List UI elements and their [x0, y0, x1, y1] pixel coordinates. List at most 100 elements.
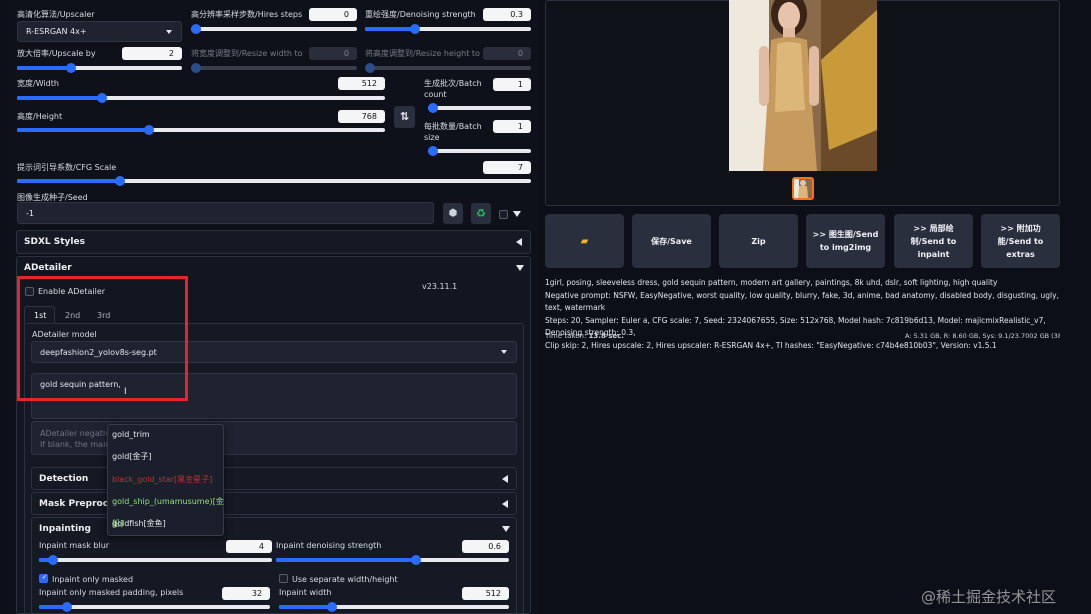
upscaler-dropdown[interactable]: R-ESRGAN 4x+ [17, 21, 182, 42]
upscale-by-input[interactable]: 2 [122, 47, 182, 60]
hires-steps-slider[interactable] [191, 24, 357, 34]
suggestion-item[interactable]: goldfish[金鱼] [107, 513, 224, 535]
highlight-box [17, 276, 188, 401]
mask-blur-label: Inpaint mask blur [39, 541, 110, 550]
inpaint-width-input[interactable]: 512 [462, 587, 509, 600]
inpainting-title[interactable]: Inpainting [39, 524, 91, 534]
info-negative: Negative prompt: NSFW, EasyNegative, wor… [545, 290, 1059, 313]
random-seed-button[interactable]: ⬢ [443, 203, 463, 224]
denoise-slider[interactable] [365, 24, 531, 34]
inpaint-denoise-input[interactable]: 0.6 [462, 540, 509, 553]
collapse-left-icon [502, 475, 508, 483]
suggestion-item[interactable]: gold_trim [107, 424, 224, 446]
adetailer-title[interactable]: ADetailer [24, 263, 72, 273]
check-icon: ✓ [41, 573, 48, 581]
resize-height-slider[interactable] [365, 63, 531, 73]
reuse-seed-button[interactable]: ♻ [471, 203, 491, 224]
expand-down-icon[interactable] [502, 526, 510, 532]
inpaint-denoise-label: Inpaint denoising strength [276, 541, 382, 550]
swap-arrows-icon: ⇅ [399, 110, 410, 123]
height-label: 高度/Height [17, 112, 63, 121]
upscaler-value: R-ESRGAN 4x+ [26, 27, 87, 36]
suggestion-item[interactable]: gold_ship_(umamusume)[金船] [107, 491, 224, 528]
send-to-extras-button[interactable]: >> 附加功能/Send to extras [981, 214, 1060, 268]
gallery-thumbnail[interactable] [792, 177, 814, 200]
seed-input[interactable]: -1 [17, 202, 434, 224]
watermark: @稀土掘金技术社区 [921, 588, 1057, 606]
width-slider[interactable] [17, 93, 385, 103]
batch-count-input[interactable]: 1 [493, 78, 531, 91]
folder-icon: ▰ [580, 235, 589, 247]
separate-wh-checkbox[interactable] [279, 574, 288, 583]
memory-usage: A: 5.31 GB, R: 8.60 GB, Sys: 9.1/23.7002… [905, 332, 1060, 340]
inpaint-width-label: Inpaint width [279, 588, 332, 597]
denoise-input[interactable]: 0.3 [483, 8, 531, 21]
extra-seed-checkbox[interactable] [499, 210, 508, 219]
cfg-slider[interactable] [17, 176, 531, 186]
send-to-inpaint-button[interactable]: >> 局部绘制/Send to inpaint [894, 214, 973, 268]
mask-blur-slider[interactable] [39, 555, 272, 565]
time-taken-label: Time taken: [545, 332, 587, 340]
inpaint-only-masked-checkbox[interactable]: ✓ [39, 573, 48, 583]
collapse-left-icon [502, 500, 508, 508]
hires-steps-label: 高分辨率采样步数/Hires steps [191, 10, 303, 19]
swap-dimensions-button[interactable]: ⇅ [394, 106, 415, 128]
dice-icon: ⬢ [448, 208, 458, 219]
extra-seed-toggle-icon[interactable] [513, 211, 521, 217]
info-params-2: Clip skip: 2, Hires upscale: 2, Hires up… [545, 340, 997, 350]
expand-down-icon[interactable] [516, 265, 524, 271]
cfg-label: 提示词引导系数/CFG Scale [17, 163, 117, 172]
recycle-icon: ♻ [476, 207, 486, 220]
chevron-down-icon [501, 350, 507, 354]
padding-input[interactable]: 32 [222, 587, 270, 600]
send-to-img2img-button[interactable]: >> 图生图/Send to img2img [806, 214, 885, 268]
inpaint-only-masked-label: Inpaint only masked [52, 575, 134, 584]
save-button[interactable]: 保存/Save [632, 214, 711, 268]
resize-width-slider[interactable] [191, 63, 357, 73]
resize-height-input[interactable]: 0 [483, 47, 531, 60]
batch-size-input[interactable]: 1 [493, 120, 531, 133]
upscale-by-label: 放大倍率/Upscale by [17, 49, 96, 58]
zip-button[interactable]: Zip [719, 214, 798, 268]
inpaint-denoise-slider[interactable] [276, 555, 509, 565]
height-input[interactable]: 768 [338, 110, 385, 123]
thumbnail-drawing [794, 179, 812, 198]
suggestion-item[interactable]: gold[金子] [107, 446, 224, 468]
batch-size-slider[interactable] [428, 146, 531, 156]
upscaler-label: 高清化算法/Upscaler [17, 10, 95, 19]
generation-info: 1girl, posing, sleeveless dress, gold se… [545, 277, 1060, 352]
open-folder-button[interactable]: ▰ [545, 214, 624, 268]
batch-size-label: 每批数量/Batch size [424, 122, 482, 142]
adetailer-negative-textarea[interactable]: ADetailer negative pr If blank, the main… [31, 421, 517, 455]
adetailer-version: v23.11.1 [422, 282, 458, 291]
collapse-left-icon [516, 238, 522, 246]
suggestion-item[interactable]: black_gold_star[黑金星子] [107, 469, 224, 491]
sdxl-styles-accordion[interactable] [16, 230, 531, 254]
info-prompt: 1girl, posing, sleeveless dress, gold se… [545, 278, 998, 287]
separate-wh-label: Use separate width/height [292, 575, 398, 584]
time-taken: Time taken: 13.8 sec. [545, 332, 624, 340]
batch-count-label: 生成批次/Batch count [424, 79, 482, 99]
sdxl-styles-title: SDXL Styles [24, 237, 85, 247]
width-label: 宽度/Width [17, 79, 59, 88]
padding-label: Inpaint only masked padding, pixels [39, 588, 184, 597]
batch-count-slider[interactable] [428, 103, 531, 113]
inpainting-accordion [31, 517, 517, 614]
mask-blur-input[interactable]: 4 [226, 540, 272, 553]
resize-height-label: 将高度调整到/Resize height to [365, 49, 480, 58]
padding-slider[interactable] [39, 602, 270, 612]
generated-image-drawing [729, 0, 877, 171]
upscale-by-slider[interactable] [17, 63, 182, 73]
inpaint-width-slider[interactable] [279, 602, 509, 612]
generated-image[interactable] [729, 0, 877, 171]
resize-width-input[interactable]: 0 [309, 47, 357, 60]
width-input[interactable]: 512 [338, 77, 385, 90]
cfg-input[interactable]: 7 [483, 161, 531, 174]
hires-steps-input[interactable]: 0 [309, 8, 357, 21]
denoise-label: 重绘强度/Denoising strength [365, 10, 476, 19]
resize-width-label: 将宽度调整到/Resize width to [191, 49, 303, 58]
time-taken-value: 13.8 sec. [588, 332, 624, 340]
detection-accordion[interactable] [31, 467, 517, 490]
chevron-down-icon [166, 29, 172, 34]
height-slider[interactable] [17, 125, 385, 135]
